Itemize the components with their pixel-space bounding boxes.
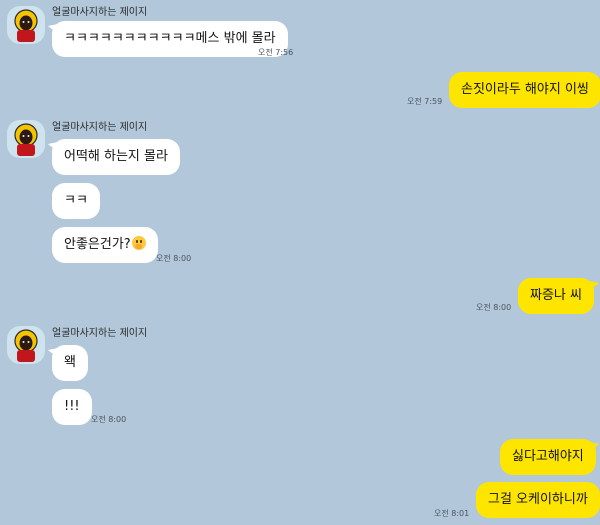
sender-name: 얼굴마사지하는 제이지	[52, 7, 148, 18]
outgoing-message-bubble[interactable]: 손짓이라두 해야지 이씽	[449, 72, 600, 108]
avatar[interactable]	[7, 326, 45, 364]
incoming-message-bubble[interactable]: 어떡해 하는지 몰라	[52, 139, 180, 175]
incoming-message-bubble[interactable]: ㅋㅋ	[52, 183, 100, 219]
thinking-face-icon	[131, 236, 146, 250]
incoming-message-bubble[interactable]: 왝	[52, 345, 88, 381]
bubble-tail	[589, 75, 599, 85]
profile-avatar-icon	[14, 329, 38, 362]
message-timestamp: 오전 7:56	[258, 48, 294, 57]
profile-avatar-icon	[14, 123, 38, 156]
sender-name: 얼굴마사지하는 제이지	[52, 122, 148, 133]
chat-window[interactable]: 얼굴마사지하는 제이지 ㅋㅋㅋㅋㅋㅋㅋㅋㅋㅋㅋ메스 밖에 몰라 오전 7:56 …	[0, 0, 600, 525]
message-timestamp: 오전 8:01	[434, 509, 470, 518]
outgoing-message-bubble[interactable]: 그걸 오케이하니까	[476, 482, 600, 518]
incoming-message-bubble[interactable]: 안좋은건가?	[52, 227, 158, 263]
outgoing-message-bubble[interactable]: 짜증나 씨	[518, 278, 594, 314]
sender-name: 얼굴마사지하는 제이지	[52, 328, 148, 339]
profile-avatar-icon	[14, 9, 38, 42]
message-text: 안좋은건가?	[64, 237, 131, 252]
message-timestamp: 오전 8:00	[476, 303, 512, 312]
outgoing-message-bubble[interactable]: 싫다고해야지	[500, 439, 596, 475]
incoming-message-bubble[interactable]: ㅋㅋㅋㅋㅋㅋㅋㅋㅋㅋㅋ메스 밖에 몰라	[52, 21, 288, 57]
bubble-tail	[589, 442, 599, 452]
avatar[interactable]	[7, 6, 45, 44]
message-timestamp: 오전 8:00	[156, 254, 192, 263]
message-timestamp: 오전 7:59	[407, 97, 443, 106]
avatar[interactable]	[7, 120, 45, 158]
incoming-message-bubble[interactable]: !!!	[52, 389, 92, 425]
bubble-tail	[589, 281, 599, 291]
message-timestamp: 오전 8:00	[91, 415, 127, 424]
